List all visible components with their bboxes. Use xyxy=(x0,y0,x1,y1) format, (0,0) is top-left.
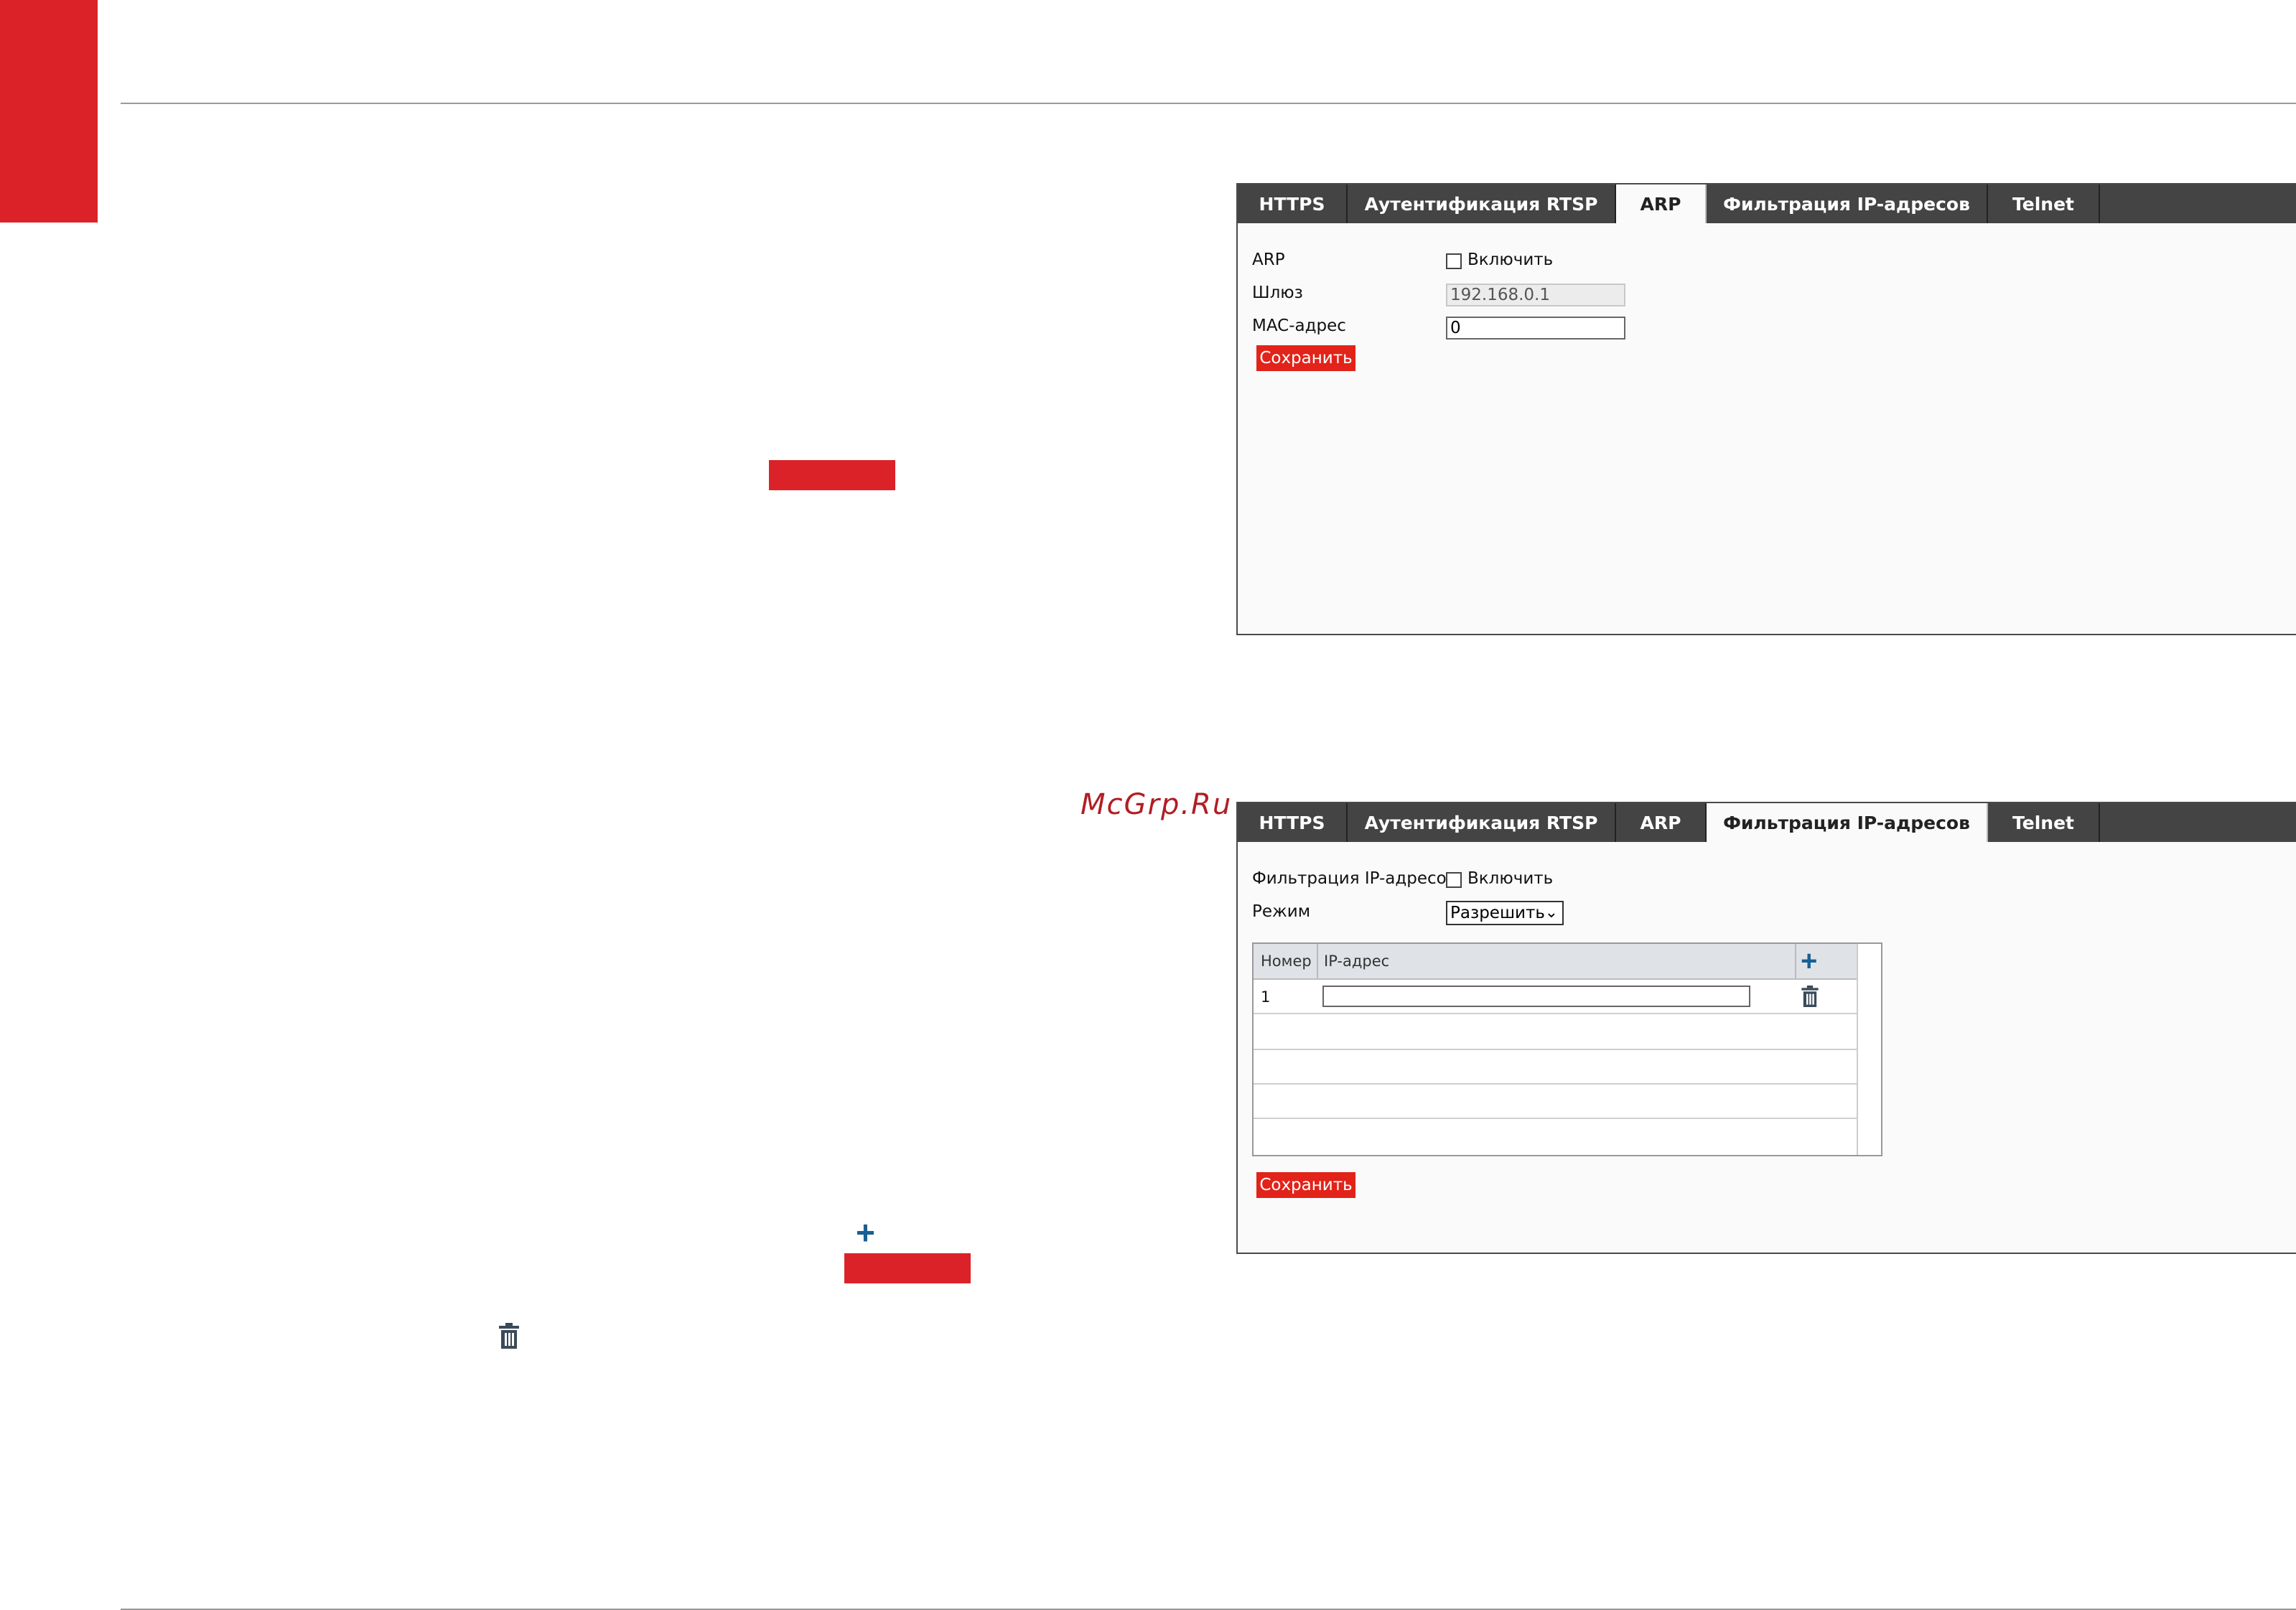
row-divider xyxy=(1254,1083,1858,1085)
row-divider xyxy=(1254,1049,1858,1050)
mac-address-label: MAC-адрес xyxy=(1252,317,1346,335)
trash-icon[interactable] xyxy=(1801,986,1819,1007)
ip-filter-panel: HTTPS Аутентификация RTSP ARP Фильтрация… xyxy=(1236,802,2296,1254)
ip-filter-enable-checkbox[interactable] xyxy=(1446,872,1462,888)
row-divider xyxy=(1254,1013,1858,1014)
ip-address-input[interactable] xyxy=(1322,986,1750,1007)
tab-ip-filter[interactable]: Фильтрация IP-адресов xyxy=(1707,184,1988,223)
plus-icon: + xyxy=(856,1214,875,1251)
arp-enable-checkbox[interactable] xyxy=(1446,253,1462,269)
tab-arp[interactable]: ARP xyxy=(1616,184,1707,223)
col-number-header: Номер xyxy=(1261,953,1312,970)
gateway-input: 192.168.0.1 xyxy=(1446,284,1625,306)
ip-address-table: Номер IP-адрес + 1 xyxy=(1252,942,1882,1156)
tab-ip-filter[interactable]: Фильтрация IP-адресов xyxy=(1707,803,1988,842)
gateway-label: Шлюз xyxy=(1252,284,1303,302)
row-number: 1 xyxy=(1261,988,1271,1006)
tab-rtsp-auth[interactable]: Аутентификация RTSP xyxy=(1348,184,1616,223)
ip-filter-enable-label: Включить xyxy=(1467,869,1554,888)
watermark: McGrp.Ru xyxy=(1081,788,1233,821)
tab-bar: HTTPS Аутентификация RTSP ARP Фильтрация… xyxy=(1238,184,2296,223)
tab-arp[interactable]: ARP xyxy=(1616,803,1707,842)
table-header: Номер IP-адрес + xyxy=(1254,944,1858,980)
plus-icon[interactable]: + xyxy=(1801,947,1829,975)
tab-rtsp-auth[interactable]: Аутентификация RTSP xyxy=(1348,803,1616,842)
ip-filter-label: Фильтрация IP-адресов xyxy=(1252,869,1457,888)
column-divider xyxy=(1317,944,1318,978)
tab-https[interactable]: HTTPS xyxy=(1238,803,1348,842)
tab-telnet[interactable]: Telnet xyxy=(1988,184,2100,223)
redacted-text-bar xyxy=(844,1253,971,1283)
mode-label: Режим xyxy=(1252,902,1311,921)
save-button[interactable]: Сохранить xyxy=(1256,1172,1355,1198)
mode-select[interactable]: Разрешить ⌄ xyxy=(1446,901,1564,925)
header-rule xyxy=(121,103,2296,104)
column-divider xyxy=(1795,944,1796,978)
tab-telnet[interactable]: Telnet xyxy=(1988,803,2100,842)
tab-https[interactable]: HTTPS xyxy=(1238,184,1348,223)
arp-settings-panel: HTTPS Аутентификация RTSP ARP Фильтрация… xyxy=(1236,183,2296,635)
tab-bar: HTTPS Аутентификация RTSP ARP Фильтрация… xyxy=(1238,803,2296,842)
ip-filter-form: Фильтрация IP-адресов Включить Режим Раз… xyxy=(1238,842,2296,1244)
chevron-down-icon: ⌄ xyxy=(1544,904,1558,922)
save-button[interactable]: Сохранить xyxy=(1256,345,1355,371)
arp-label: ARP xyxy=(1252,251,1285,269)
mode-select-value: Разрешить xyxy=(1450,904,1545,922)
row-divider xyxy=(1254,1118,1858,1119)
col-ip-header: IP-адрес xyxy=(1324,953,1390,970)
corner-accent-block xyxy=(0,0,98,223)
arp-enable-label: Включить xyxy=(1467,251,1554,269)
arp-form: ARP Включить Шлюз 192.168.0.1 MAC-адрес … xyxy=(1238,223,2296,625)
mac-address-input[interactable]: 0 xyxy=(1446,317,1625,340)
redacted-text-bar xyxy=(769,460,895,490)
table-scrollbar[interactable] xyxy=(1857,944,1881,1155)
trash-icon xyxy=(499,1323,519,1349)
